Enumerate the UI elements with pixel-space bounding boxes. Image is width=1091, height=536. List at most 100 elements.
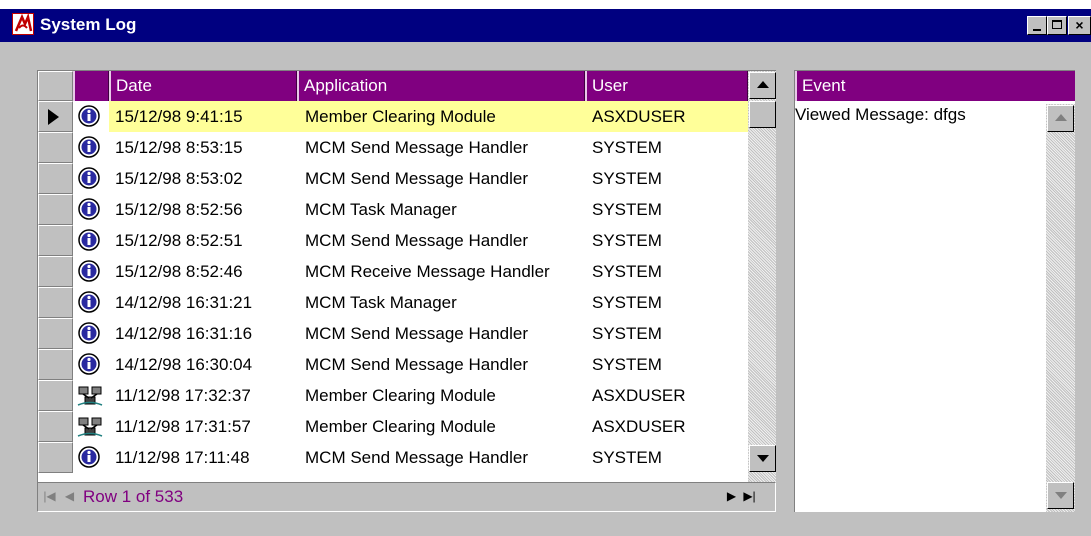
- cell-date[interactable]: 15/12/98 8:52:56: [109, 194, 297, 225]
- prev-record-button[interactable]: ◀: [62, 486, 77, 507]
- record-navigator: |◀ ◀ Row 1 of 533 ▶ ▶|: [37, 482, 776, 512]
- cell-date[interactable]: 14/12/98 16:31:16: [109, 318, 297, 349]
- arrow-up-icon: [757, 81, 769, 88]
- table-row[interactable]: 15/12/98 8:53:15 MCM Send Message Handler…: [38, 132, 748, 163]
- row-selector[interactable]: [38, 225, 73, 256]
- cell-application[interactable]: MCM Send Message Handler: [297, 163, 585, 194]
- table-row[interactable]: 11/12/98 17:31:57 Member Clearing Module A…: [38, 411, 748, 442]
- cell-date[interactable]: 15/12/98 8:53:15: [109, 132, 297, 163]
- arrow-down-icon: [757, 455, 769, 462]
- cell-date[interactable]: 15/12/98 8:52:46: [109, 256, 297, 287]
- row-selector[interactable]: [38, 411, 73, 442]
- row-selector[interactable]: [38, 287, 73, 318]
- event-text[interactable]: Viewed Message: dfgs: [795, 104, 966, 126]
- cell-application[interactable]: Member Clearing Module: [297, 411, 585, 442]
- event-header: Event: [795, 71, 1075, 101]
- event-scroll-up-button[interactable]: [1047, 105, 1074, 132]
- column-header-user[interactable]: User: [585, 71, 748, 101]
- cell-application[interactable]: Member Clearing Module: [297, 380, 585, 411]
- cell-application[interactable]: MCM Send Message Handler: [297, 349, 585, 380]
- cell-application[interactable]: MCM Task Manager: [297, 287, 585, 318]
- cell-application[interactable]: MCM Receive Message Handler: [297, 256, 585, 287]
- maximize-button[interactable]: [1047, 16, 1067, 35]
- scroll-down-button[interactable]: [749, 445, 776, 472]
- table-row[interactable]: 11/12/98 17:32:37 Member Clearing Module A…: [38, 380, 748, 411]
- network-icon: [73, 380, 109, 411]
- row-selector[interactable]: [38, 442, 73, 473]
- info-icon: [73, 349, 109, 380]
- cell-application[interactable]: MCM Send Message Handler: [297, 225, 585, 256]
- cell-user[interactable]: SYSTEM: [585, 287, 748, 318]
- cell-user[interactable]: SYSTEM: [585, 132, 748, 163]
- cell-user[interactable]: SYSTEM: [585, 163, 748, 194]
- event-panel: Event Viewed Message: dfgs: [794, 70, 1075, 512]
- minimize-button[interactable]: [1027, 16, 1047, 35]
- row-selector[interactable]: [38, 194, 73, 225]
- arrow-down-icon: [1055, 492, 1067, 499]
- first-record-button[interactable]: |◀: [42, 486, 57, 507]
- info-icon: [73, 132, 109, 163]
- info-icon: [73, 318, 109, 349]
- cell-date[interactable]: 14/12/98 16:30:04: [109, 349, 297, 380]
- row-selector[interactable]: [38, 318, 73, 349]
- scroll-up-button[interactable]: [749, 72, 776, 99]
- cell-date[interactable]: 11/12/98 17:31:57: [109, 411, 297, 442]
- cell-application[interactable]: MCM Task Manager: [297, 194, 585, 225]
- row-selector[interactable]: [38, 256, 73, 287]
- column-header-date[interactable]: Date: [109, 71, 297, 101]
- cell-user[interactable]: SYSTEM: [585, 225, 748, 256]
- cell-user[interactable]: SYSTEM: [585, 194, 748, 225]
- row-selector[interactable]: [38, 349, 73, 380]
- info-icon: [73, 194, 109, 225]
- info-icon: [73, 225, 109, 256]
- close-button[interactable]: ×: [1068, 16, 1091, 35]
- event-scroll-down-button[interactable]: [1047, 482, 1074, 509]
- row-position-label: Row 1 of 533: [83, 487, 184, 506]
- table-row[interactable]: 14/12/98 16:31:21 MCM Task Manager SYSTEM: [38, 287, 748, 318]
- info-icon: [73, 442, 109, 473]
- table-row[interactable]: 15/12/98 8:53:02 MCM Send Message Handler…: [38, 163, 748, 194]
- cell-user[interactable]: SYSTEM: [585, 318, 748, 349]
- last-record-button[interactable]: ▶|: [742, 486, 757, 507]
- event-vertical-scrollbar[interactable]: [1046, 104, 1075, 512]
- row-selector[interactable]: [38, 163, 73, 194]
- row-selector[interactable]: [38, 101, 73, 132]
- cell-user[interactable]: ASXDUSER: [585, 101, 748, 132]
- table-row[interactable]: 15/12/98 8:52:56 MCM Task Manager SYSTEM: [38, 194, 748, 225]
- cell-user[interactable]: SYSTEM: [585, 442, 748, 473]
- select-all-cell[interactable]: [38, 71, 73, 101]
- cell-user[interactable]: SYSTEM: [585, 349, 748, 380]
- table-row[interactable]: 14/12/98 16:31:16 MCM Send Message Handle…: [38, 318, 748, 349]
- app-logo-icon: [12, 13, 34, 35]
- cell-application[interactable]: Member Clearing Module: [297, 101, 585, 132]
- cell-date[interactable]: 11/12/98 17:32:37: [109, 380, 297, 411]
- cell-user[interactable]: ASXDUSER: [585, 380, 748, 411]
- cell-application[interactable]: MCM Send Message Handler: [297, 132, 585, 163]
- cell-date[interactable]: 15/12/98 9:41:15: [109, 101, 297, 132]
- window-title: System Log: [40, 15, 137, 34]
- cell-user[interactable]: SYSTEM: [585, 256, 748, 287]
- maximize-icon: [1052, 20, 1062, 29]
- next-record-button[interactable]: ▶: [724, 486, 739, 507]
- table-row[interactable]: 15/12/98 8:52:46 MCM Receive Message Hand…: [38, 256, 748, 287]
- column-header-application[interactable]: Application: [297, 71, 585, 101]
- grid-vertical-scrollbar[interactable]: [748, 71, 776, 503]
- network-icon: [73, 411, 109, 442]
- cell-application[interactable]: MCM Send Message Handler: [297, 318, 585, 349]
- table-row[interactable]: 11/12/98 17:11:48 MCM Send Message Handle…: [38, 442, 748, 473]
- cell-date[interactable]: 11/12/98 17:11:48: [109, 442, 297, 473]
- cell-user[interactable]: ASXDUSER: [585, 411, 748, 442]
- table-row[interactable]: 14/12/98 16:30:04 MCM Send Message Handle…: [38, 349, 748, 380]
- row-selector[interactable]: [38, 132, 73, 163]
- cell-date[interactable]: 14/12/98 16:31:21: [109, 287, 297, 318]
- client-area: Date Application User 15/12/98 9:41:15 Me…: [0, 42, 1091, 536]
- cell-application[interactable]: MCM Send Message Handler: [297, 442, 585, 473]
- row-selector[interactable]: [38, 380, 73, 411]
- info-icon: [73, 163, 109, 194]
- table-row[interactable]: 15/12/98 8:52:51 MCM Send Message Handler…: [38, 225, 748, 256]
- cell-date[interactable]: 15/12/98 8:53:02: [109, 163, 297, 194]
- close-icon: ×: [1075, 17, 1084, 33]
- scroll-thumb[interactable]: [749, 101, 776, 128]
- table-row[interactable]: 15/12/98 9:41:15 Member Clearing Module AS…: [38, 101, 748, 132]
- cell-date[interactable]: 15/12/98 8:52:51: [109, 225, 297, 256]
